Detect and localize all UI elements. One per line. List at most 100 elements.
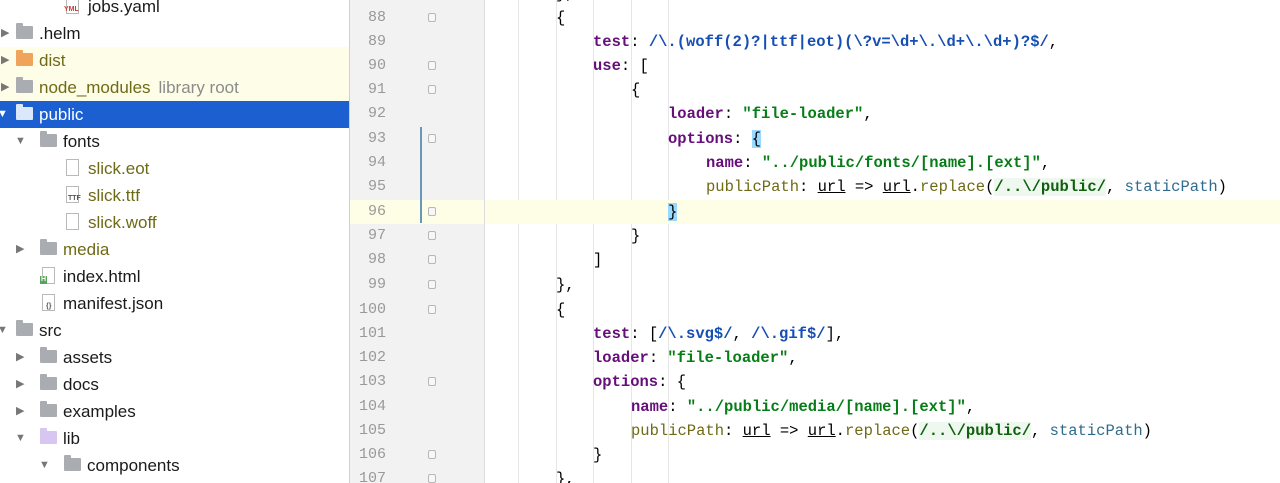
gutter-line: 92 xyxy=(350,102,484,126)
tree-item-label: fonts xyxy=(63,132,100,151)
tree-item-fonts[interactable]: ▼ fonts xyxy=(0,128,349,155)
chevron-down-icon[interactable]: ▼ xyxy=(15,128,26,155)
folder-icon xyxy=(40,374,57,390)
tree-item-node-modules[interactable]: ▶ node_modules library root xyxy=(0,74,349,101)
gutter-line: 88 xyxy=(350,6,484,30)
gutter-line: 98 xyxy=(350,248,484,272)
code-line: } xyxy=(631,227,641,245)
line-number: 89 xyxy=(367,33,386,50)
code-editor[interactable]: }, { test: /\.(woff(2)?|ttf|eot)(\?v=\d+… xyxy=(485,0,1280,483)
tree-item-lib[interactable]: ▼ lib xyxy=(0,425,349,452)
code-line: } xyxy=(593,446,603,464)
code-line: ] xyxy=(593,251,603,269)
library-root-hint: library root xyxy=(158,78,239,97)
gutter-line: 103 xyxy=(350,370,484,394)
tree-item-label: slick.eot xyxy=(88,159,150,178)
folder-icon xyxy=(40,131,57,147)
chevron-right-icon[interactable]: ▶ xyxy=(1,74,9,101)
yaml-file-icon: YML xyxy=(64,0,79,14)
code-line: { xyxy=(631,81,641,99)
fold-marker-icon[interactable] xyxy=(428,450,436,459)
chevron-right-icon[interactable]: ▶ xyxy=(16,236,24,263)
line-number: 98 xyxy=(367,251,386,268)
chevron-right-icon[interactable]: ▶ xyxy=(16,344,24,371)
line-number: 103 xyxy=(358,373,386,390)
fold-marker-icon[interactable] xyxy=(428,61,436,70)
folder-icon xyxy=(40,239,57,255)
tree-item-media[interactable]: ▶ media xyxy=(0,236,349,263)
gutter-line: 91 xyxy=(350,78,484,102)
fold-marker-icon[interactable] xyxy=(428,255,436,264)
tree-item-components[interactable]: ▼ components xyxy=(0,452,349,479)
chevron-right-icon[interactable]: ▶ xyxy=(16,371,24,398)
fold-marker-icon[interactable] xyxy=(428,207,436,216)
project-tree: YML jobs.yaml ▶ .helm ▶ dist ▶ node_modu… xyxy=(0,0,350,483)
fold-marker-icon[interactable] xyxy=(428,134,436,143)
fold-marker-icon[interactable] xyxy=(428,85,436,94)
vcs-change-marker[interactable] xyxy=(420,127,422,223)
fold-marker-icon[interactable] xyxy=(428,305,436,314)
folder-icon xyxy=(40,347,57,363)
tree-item-label: .helm xyxy=(39,24,81,43)
tree-item-slick-woff[interactable]: slick.woff xyxy=(0,209,349,236)
chevron-right-icon[interactable]: ▶ xyxy=(1,20,9,47)
line-number: 95 xyxy=(367,178,386,195)
chevron-right-icon[interactable]: ▶ xyxy=(1,47,9,74)
chevron-down-icon[interactable]: ▼ xyxy=(0,101,8,128)
tree-item-src[interactable]: ▼ src xyxy=(0,317,349,344)
folder-icon xyxy=(40,401,57,417)
fold-marker-icon[interactable] xyxy=(428,280,436,289)
gutter-line: 105 xyxy=(350,419,484,443)
fold-marker-icon[interactable] xyxy=(428,474,436,483)
line-number: 97 xyxy=(367,227,386,244)
tree-item-helm[interactable]: ▶ .helm xyxy=(0,20,349,47)
code-line: loader: "file-loader", xyxy=(593,349,798,367)
code-line: loader: "file-loader", xyxy=(668,105,873,123)
editor-gutter: 88 89 90 91 92 93 94 95 96 97 98 99 100 … xyxy=(350,0,485,483)
gutter-line: 97 xyxy=(350,224,484,248)
tree-item-docs[interactable]: ▶ docs xyxy=(0,371,349,398)
tree-item-label: manifest.json xyxy=(63,294,164,313)
code-line-current: } xyxy=(485,200,1280,224)
html-file-icon: H xyxy=(40,267,55,284)
tree-item-label: public xyxy=(39,105,84,124)
folder-icon xyxy=(40,428,57,444)
gutter-line: 94 xyxy=(350,151,484,175)
folder-icon xyxy=(16,23,33,39)
gutter-line: 101 xyxy=(350,322,484,346)
tree-item-label: components xyxy=(87,456,180,475)
tree-item-slick-ttf[interactable]: TTF slick.ttf xyxy=(0,182,349,209)
code-line: }, xyxy=(556,276,575,294)
chevron-down-icon[interactable]: ▼ xyxy=(39,452,50,479)
tree-item-public[interactable]: ▼ public xyxy=(0,101,349,128)
fold-marker-icon[interactable] xyxy=(428,231,436,240)
tree-item-manifest-json[interactable]: {} manifest.json xyxy=(0,290,349,317)
line-number: 105 xyxy=(358,422,386,439)
tree-item-index-html[interactable]: H index.html xyxy=(0,263,349,290)
fold-marker-icon[interactable] xyxy=(428,377,436,386)
line-number: 100 xyxy=(358,301,386,318)
code-line: options: { xyxy=(593,373,687,391)
fold-marker-icon[interactable] xyxy=(428,13,436,22)
tree-item-examples[interactable]: ▶ examples xyxy=(0,398,349,425)
chevron-right-icon[interactable]: ▶ xyxy=(16,398,24,425)
tree-item-slick-eot[interactable]: slick.eot xyxy=(0,155,349,182)
chevron-down-icon[interactable]: ▼ xyxy=(0,317,8,344)
line-number: 107 xyxy=(358,470,386,483)
tree-item-label: assets xyxy=(63,348,113,367)
line-number: 102 xyxy=(358,349,386,366)
tree-item-jobs-yaml[interactable]: YML jobs.yaml xyxy=(0,0,349,20)
tree-item-label: src xyxy=(39,321,62,340)
folder-icon xyxy=(16,50,33,66)
code-line: test: /\.(woff(2)?|ttf|eot)(\?v=\d+\.\d+… xyxy=(593,33,1059,51)
code-line: { xyxy=(556,301,566,319)
file-icon xyxy=(66,213,79,230)
chevron-down-icon[interactable]: ▼ xyxy=(15,425,26,452)
gutter-line: 89 xyxy=(350,30,484,54)
tree-item-assets[interactable]: ▶ assets xyxy=(0,344,349,371)
line-number: 106 xyxy=(358,446,386,463)
code-line: use: [ xyxy=(593,57,649,75)
line-number: 94 xyxy=(367,154,386,171)
code-line: options: { xyxy=(668,130,762,148)
tree-item-dist[interactable]: ▶ dist xyxy=(0,47,349,74)
